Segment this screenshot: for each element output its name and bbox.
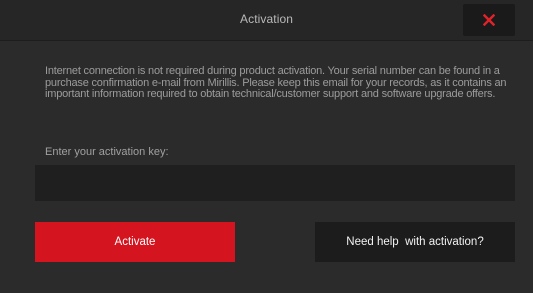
title-bar: Activation bbox=[0, 0, 533, 41]
activation-dialog: Activation Internet connection is not re… bbox=[0, 0, 533, 293]
activate-button-label: Activate bbox=[114, 236, 156, 248]
dialog-title: Activation bbox=[239, 12, 294, 26]
activation-key-input[interactable] bbox=[35, 165, 515, 201]
close-button[interactable] bbox=[463, 4, 515, 36]
close-icon bbox=[483, 14, 495, 26]
activation-help-button-label: Need help with activation? bbox=[346, 236, 484, 248]
activation-description: Internet connection is not required duri… bbox=[45, 65, 507, 100]
activation-key-label: Enter your activation key: bbox=[45, 146, 169, 158]
activate-button[interactable]: Activate bbox=[35, 222, 235, 262]
activation-help-button[interactable]: Need help with activation? bbox=[315, 222, 515, 262]
